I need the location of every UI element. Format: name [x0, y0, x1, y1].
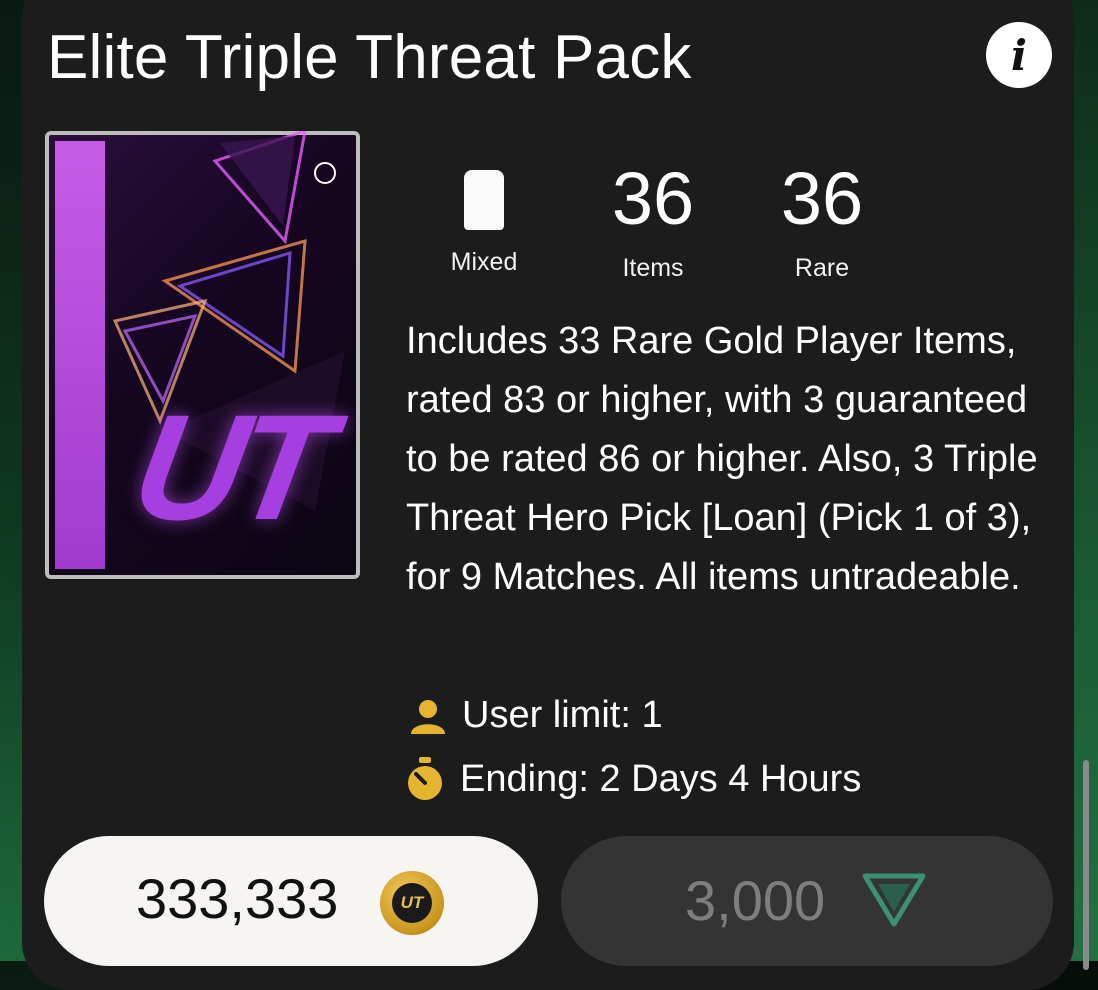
stat-type-label: Mixed — [450, 248, 518, 276]
user-limit-text: User limit: 1 — [462, 694, 663, 736]
pack-title: Elite Triple Threat Pack — [47, 23, 692, 92]
pack-description: Includes 33 Rare Gold Player Items, rate… — [406, 320, 1038, 598]
ending-text: Ending: 2 Days 4 Hours — [460, 757, 862, 800]
info-button[interactable]: i — [986, 22, 1052, 88]
points-price: 3,000 — [685, 869, 826, 932]
coin-icon: UT — [380, 871, 444, 935]
user-limit-row: User limit: 1 — [408, 694, 663, 737]
ending-row: Ending: 2 Days 4 Hours — [404, 756, 861, 802]
pack-logo: UT — [122, 383, 336, 551]
user-icon — [411, 699, 445, 734]
info-icon: i — [1011, 30, 1027, 80]
stat-rare: 36 Rare — [757, 162, 887, 283]
stat-rare-value: 36 — [780, 157, 864, 240]
stat-rare-label: Rare — [794, 254, 850, 282]
pack-image: UT — [45, 131, 360, 579]
stat-items-label: Items — [622, 254, 684, 282]
buy-with-coins-button[interactable]: 333,333 UT — [44, 836, 538, 966]
shield-icon — [464, 170, 504, 230]
fc-points-icon — [862, 873, 926, 927]
coins-price: 333,333 — [136, 867, 339, 930]
stat-items: 36 Items — [588, 162, 718, 283]
stat-items-value: 36 — [611, 157, 695, 240]
stopwatch-icon — [408, 757, 442, 800]
scrollbar[interactable] — [1083, 760, 1089, 970]
buy-with-points-button[interactable]: 3,000 — [561, 836, 1053, 966]
stat-type: Mixed — [430, 248, 538, 277]
